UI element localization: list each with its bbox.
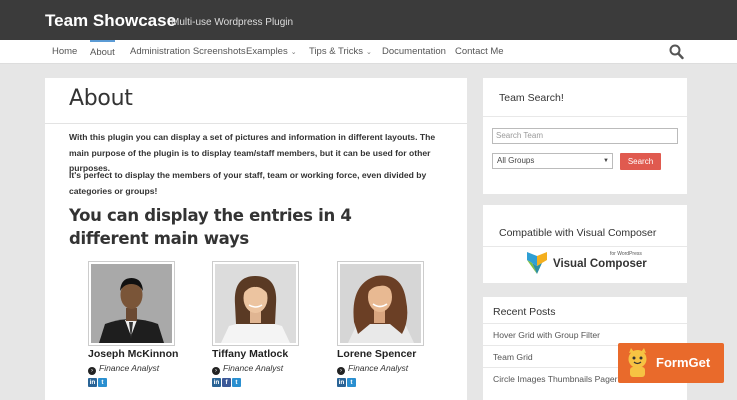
- nav-item-documentation[interactable]: Documentation: [382, 40, 446, 64]
- chevron-down-icon: ⌄: [290, 49, 297, 56]
- nav-item-contact-me[interactable]: Contact Me: [455, 40, 504, 64]
- nav-item-label: Examples: [246, 46, 288, 57]
- member-name[interactable]: Tiffany Matlock: [212, 348, 342, 360]
- nav-item-label: Tips & Tricks: [309, 46, 364, 57]
- main-content: About With this plugin you can display a…: [45, 78, 467, 400]
- section-heading: You can display the entries in 4 differe…: [69, 206, 352, 248]
- chevron-down-icon: ⌄: [366, 49, 372, 56]
- member-photo: [215, 264, 296, 343]
- member-name[interactable]: Joseph McKinnon: [88, 348, 218, 360]
- staff-paragraph: It's perfect to display the members of y…: [69, 170, 427, 196]
- widget-divider: [483, 116, 687, 117]
- widget-divider: [483, 323, 687, 324]
- site-tagline: Multi-use Wordpress Plugin: [171, 17, 294, 28]
- social-links: in t: [337, 378, 467, 388]
- search-button[interactable]: Search: [620, 153, 661, 170]
- vc-logo-text[interactable]: Visual Composer: [553, 258, 647, 270]
- group-select[interactable]: All Groups ▼: [492, 153, 613, 169]
- chevron-right-icon: ›: [212, 367, 220, 375]
- formget-text: FormGet: [656, 355, 711, 370]
- visual-composer-logo-icon[interactable]: [527, 252, 547, 274]
- twitter-icon[interactable]: t: [232, 378, 241, 387]
- member-photo-frame[interactable]: [337, 261, 424, 346]
- role-label: Finance Analyst: [348, 363, 409, 373]
- recent-post-link[interactable]: Circle Images Thumbnails Pager: [493, 374, 618, 384]
- formget-badge[interactable]: FormGet: [618, 343, 724, 383]
- social-links: in t: [88, 378, 218, 388]
- vc-for-wordpress: for WordPress: [610, 251, 642, 257]
- site-header: Team Showcase Multi-use Wordpress Plugin: [0, 0, 737, 40]
- visual-composer-widget: Compatible with Visual Composer for Word…: [483, 205, 687, 283]
- twitter-icon[interactable]: t: [98, 378, 107, 387]
- nav-item-administration-screenshots[interactable]: Administration Screenshots: [130, 40, 246, 64]
- main-navigation: Home About Administration Screenshots Ex…: [0, 40, 737, 64]
- facebook-icon[interactable]: f: [222, 378, 231, 387]
- nav-item-label: About: [90, 47, 115, 58]
- twitter-icon[interactable]: t: [347, 378, 356, 387]
- member-photo: [340, 264, 421, 343]
- chevron-right-icon: ›: [88, 367, 96, 375]
- team-member-card: Tiffany Matlock › Finance Analyst in f t: [212, 261, 342, 388]
- recent-post-link[interactable]: Hover Grid with Group Filter: [493, 330, 600, 340]
- member-role: › Finance Analyst: [212, 363, 342, 375]
- widget-title: Team Search!: [499, 92, 564, 104]
- widget-divider: [483, 246, 687, 247]
- site-title[interactable]: Team Showcase: [45, 11, 176, 31]
- page-title: About: [69, 86, 133, 111]
- recent-post-link[interactable]: Team Grid: [493, 352, 533, 362]
- title-divider: [45, 123, 467, 124]
- search-team-input[interactable]: Search Team: [492, 128, 678, 144]
- role-label: Finance Analyst: [99, 363, 160, 373]
- team-member-card: Lorene Spencer › Finance Analyst in t: [337, 261, 467, 388]
- member-role: › Finance Analyst: [337, 363, 467, 375]
- member-role: › Finance Analyst: [88, 363, 218, 375]
- social-links: in f t: [212, 378, 342, 388]
- widget-title: Recent Posts: [493, 306, 556, 318]
- team-member-card: Joseph McKinnon › Finance Analyst in t: [88, 261, 218, 388]
- search-icon[interactable]: [669, 44, 684, 60]
- member-photo-frame[interactable]: [212, 261, 299, 346]
- select-value: All Groups: [497, 156, 535, 165]
- formget-mascot-icon: [628, 348, 647, 377]
- member-name[interactable]: Lorene Spencer: [337, 348, 467, 360]
- linkedin-icon[interactable]: in: [212, 378, 221, 387]
- role-label: Finance Analyst: [223, 363, 284, 373]
- nav-item-label: Documentation: [382, 46, 446, 57]
- nav-item-about[interactable]: About: [90, 40, 115, 64]
- nav-item-examples[interactable]: Examples ⌄: [246, 40, 297, 64]
- linkedin-icon[interactable]: in: [337, 378, 346, 387]
- chevron-right-icon: ›: [337, 367, 345, 375]
- nav-item-label: Contact Me: [455, 46, 504, 57]
- nav-item-tips-tricks[interactable]: Tips & Tricks ⌄: [309, 40, 372, 64]
- team-search-widget: Team Search! Search Team All Groups ▼ Sea…: [483, 78, 687, 194]
- nav-item-home[interactable]: Home: [52, 40, 77, 64]
- nav-item-label: Home: [52, 46, 78, 57]
- dropdown-arrow-icon: ▼: [603, 158, 609, 164]
- member-photo-frame[interactable]: [88, 261, 175, 346]
- nav-item-label: Administration Screenshots: [130, 46, 246, 57]
- member-photo: [91, 264, 172, 343]
- widget-title: Compatible with Visual Composer: [499, 227, 657, 239]
- linkedin-icon[interactable]: in: [88, 378, 97, 387]
